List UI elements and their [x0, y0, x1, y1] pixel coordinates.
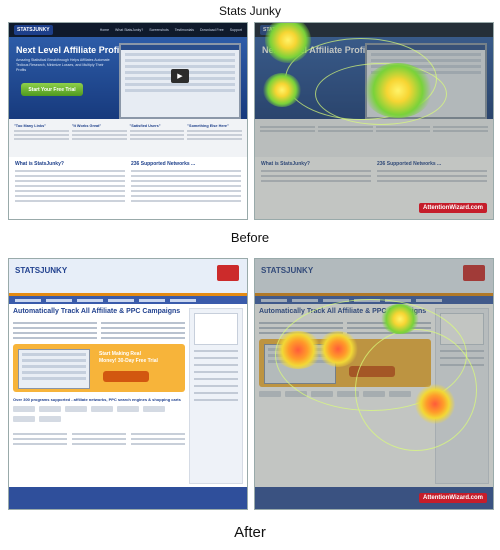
- free-trial-button[interactable]: [103, 371, 149, 382]
- programs-title: Over 300 programs supported - affiliate …: [13, 397, 181, 402]
- heat-spot: [317, 331, 359, 367]
- free-trial-text: Start Making Real Money! 30-Day Free Tri…: [99, 351, 158, 364]
- after-headline: Automatically Track All Affiliate & PPC …: [13, 308, 181, 315]
- nav-item[interactable]: What StatsJunky?: [115, 28, 143, 32]
- section-title: What is StatsJunky?: [15, 161, 64, 167]
- column-title: "It Works Great": [71, 124, 102, 128]
- before-headline: Next Level Affiliate Profits: [16, 45, 128, 55]
- caption-before: Before: [230, 230, 270, 245]
- product-screenshot: [18, 349, 90, 389]
- after-logo: STATSJUNKY: [15, 266, 68, 275]
- heat-spot: [363, 63, 433, 118]
- after-header: STATSJUNKY: [9, 259, 247, 296]
- attentionwizard-badge: AttentionWizard.com: [419, 203, 487, 213]
- heat-spot: [273, 331, 323, 369]
- after-screenshot: STATSJUNKY Automatically Track All Affil…: [8, 258, 248, 510]
- heat-spot: [380, 304, 420, 334]
- play-icon[interactable]: ▶: [171, 69, 189, 83]
- free-trial-button[interactable]: Start Your Free Trial: [21, 83, 83, 96]
- column-title: "Something Else Here": [187, 124, 229, 128]
- award-badge: [217, 265, 239, 281]
- after-footer: [9, 487, 247, 509]
- sidebar: [189, 308, 243, 484]
- nav-item[interactable]: Testimonials: [175, 28, 194, 32]
- free-trial-panel: Start Making Real Money! 30-Day Free Tri…: [13, 344, 185, 392]
- before-subtext: Amazing Statistical Breakthrough Helps A…: [16, 58, 110, 72]
- heat-spot: [263, 73, 301, 107]
- heat-spot: [415, 384, 455, 424]
- attentionwizard-badge: AttentionWizard.com: [419, 493, 487, 503]
- nav-item[interactable]: Home: [100, 28, 109, 32]
- after-navbar: [9, 296, 247, 304]
- caption-after: After: [234, 524, 266, 541]
- section-title: 236 Supported Networks ...: [131, 161, 196, 167]
- before-logo: STATSJUNKY: [14, 25, 53, 35]
- demo-video[interactable]: [194, 313, 238, 345]
- product-screenshot: ▶: [119, 43, 241, 119]
- before-hero: Next Level Affiliate Profits Amazing Sta…: [9, 37, 247, 119]
- column-title: "Satisfied Users": [129, 124, 161, 128]
- nav-item[interactable]: Download Free: [200, 28, 224, 32]
- before-lower-section: What is StatsJunky? 236 Supported Networ…: [9, 157, 247, 206]
- before-navbar: STATSJUNKY Home What StatsJunky? Screens…: [9, 23, 247, 37]
- before-heatmap: STATSJUNKY Next Level Affiliate Profits …: [254, 22, 494, 220]
- before-nav-items: Home What StatsJunky? Screenshots Testim…: [100, 28, 242, 32]
- before-testimonial-row: "Too Many Links" "It Works Great" "Satis…: [9, 119, 247, 157]
- partner-logos: [13, 406, 185, 422]
- after-heatmap: STATSJUNKY Automatically Track All Affil…: [254, 258, 494, 510]
- nav-item[interactable]: Screenshots: [149, 28, 168, 32]
- before-screenshot: STATSJUNKY Home What StatsJunky? Screens…: [8, 22, 248, 220]
- nav-item[interactable]: Support: [230, 28, 242, 32]
- page-title: Stats Junky: [218, 4, 282, 18]
- column-title: "Too Many Links": [14, 124, 47, 128]
